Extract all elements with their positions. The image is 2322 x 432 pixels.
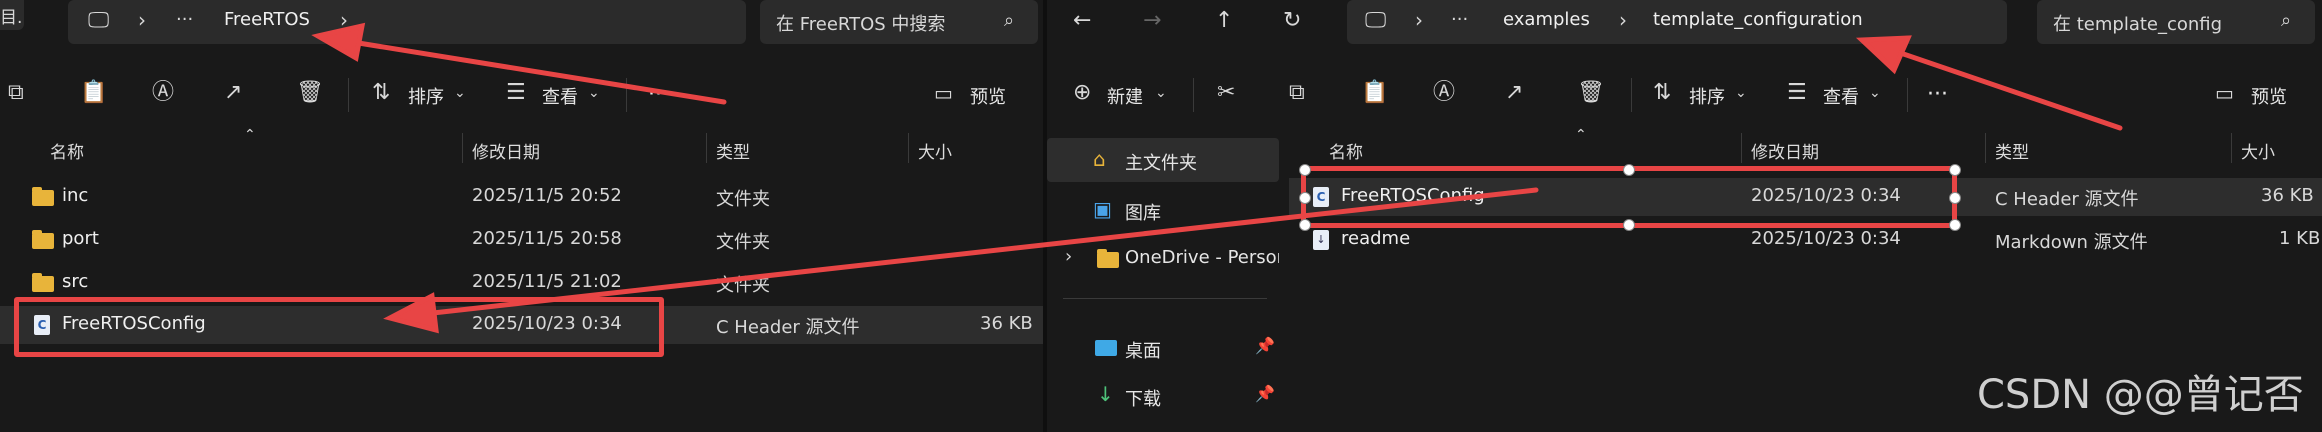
arrow-to-template-head: [1855, 35, 1912, 75]
arrow-to-freertos-head: [311, 22, 366, 62]
arrow-copy-head: [383, 292, 439, 334]
arrow-to-freertos-line: [337, 37, 727, 105]
annotation-arrows: [311, 22, 2123, 334]
arrow-copy-line: [421, 187, 1539, 317]
arrow-to-template-line: [1883, 45, 2123, 131]
